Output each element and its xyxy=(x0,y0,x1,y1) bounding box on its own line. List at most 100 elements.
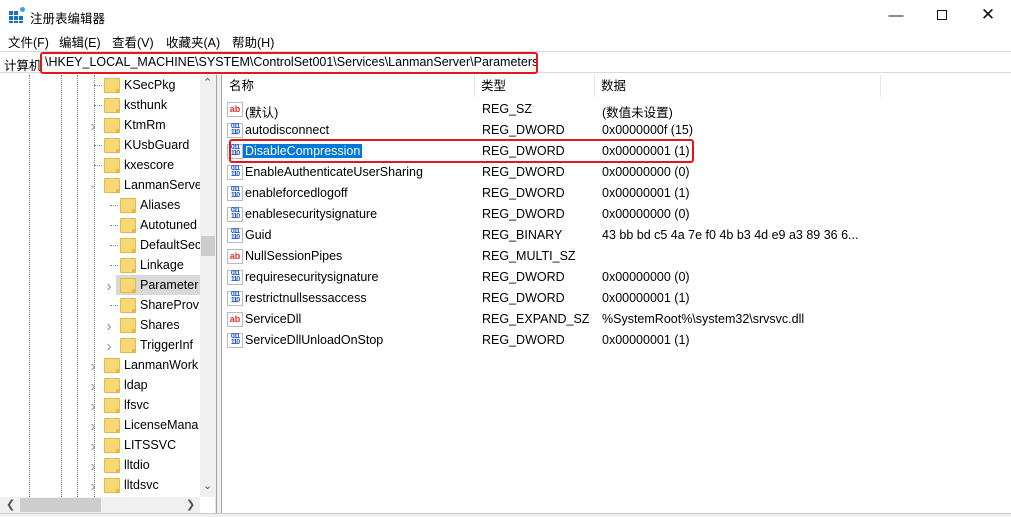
menu-favorites[interactable]: 收藏夹(A) xyxy=(166,32,220,51)
value-data: 43 bb bd c5 4a 7e f0 4b b3 4d e9 a3 89 3… xyxy=(602,228,859,242)
value-row[interactable]: ab ServiceDll REG_EXPAND_SZ %SystemRoot%\sy… xyxy=(223,309,1011,330)
folder-icon xyxy=(104,437,120,453)
chevron-right-icon[interactable]: › xyxy=(88,398,98,416)
value-row[interactable]: 011 110 EnableAuthenticateUserSharing REG_D… xyxy=(223,162,1011,183)
tree-item[interactable]: KtmRm xyxy=(100,115,196,135)
tree-item-label: ksthunk xyxy=(124,98,168,112)
tree-item[interactable]: ksthunk xyxy=(100,95,197,115)
tree-item[interactable]: Aliases xyxy=(116,195,210,215)
value-name: enablesecuritysignature xyxy=(245,207,378,221)
binary-value-icon: 011 110 xyxy=(227,291,243,306)
tree-item[interactable]: LicenseMana xyxy=(100,415,215,435)
title-bar: 注册表编辑器 — ✕ xyxy=(0,0,1011,30)
folder-icon xyxy=(104,357,120,373)
chevron-right-icon[interactable]: › xyxy=(104,278,114,296)
folder-icon xyxy=(104,457,120,473)
value-name: autodisconnect xyxy=(245,123,330,137)
value-row[interactable]: 011 110 Guid REG_BINARY 43 bb bd c5 4a 7e f0… xyxy=(223,225,1011,246)
minimize-button[interactable]: — xyxy=(873,0,919,30)
tree-item[interactable]: ldap xyxy=(100,375,178,395)
tree-item[interactable]: Shares xyxy=(116,315,210,335)
column-header-name[interactable]: 名称 xyxy=(223,75,475,97)
value-row[interactable]: 011 110 enablesecuritysignature REG_DWORD 0x… xyxy=(223,204,1011,225)
column-header-type[interactable]: 类型 xyxy=(475,75,595,97)
scroll-left-icon[interactable]: ❮ xyxy=(6,498,15,511)
tree-item[interactable]: kxescore xyxy=(100,155,204,175)
value-row[interactable]: 011 110 enableforcedlogoff REG_DWORD 0x00000… xyxy=(223,183,1011,204)
value-data: 0x00000000 (0) xyxy=(602,207,690,221)
chevron-right-icon[interactable]: › xyxy=(88,458,98,476)
tree-item[interactable]: KSecPkg xyxy=(100,75,205,95)
chevron-right-icon[interactable]: › xyxy=(104,338,114,356)
folder-icon xyxy=(120,297,136,313)
menu-edit[interactable]: 编辑(E) xyxy=(59,32,101,51)
tree-guide-line xyxy=(61,75,62,497)
folder-icon xyxy=(120,277,136,293)
tree-horizontal-scroll-thumb[interactable] xyxy=(20,498,101,512)
folder-icon xyxy=(104,157,120,173)
column-header-data[interactable]: 数据 xyxy=(595,75,881,97)
tree-item-label: LITSSVC xyxy=(124,438,177,452)
value-row[interactable]: 011 110 autodisconnect REG_DWORD 0x0000000f … xyxy=(223,120,1011,141)
tree-vertical-scrollbar[interactable]: ⌃ ⌄ xyxy=(200,75,216,497)
binary-value-icon: 011 110 xyxy=(227,207,243,222)
tree-guide-line xyxy=(29,75,30,497)
value-row[interactable]: 011 110 requiresecuritysignature REG_DWORD 0… xyxy=(223,267,1011,288)
scroll-down-icon[interactable]: ⌄ xyxy=(203,479,212,492)
tree-item-label: KSecPkg xyxy=(124,78,176,92)
tree-item-label: Shares xyxy=(140,318,180,332)
folder-icon xyxy=(120,317,136,333)
value-row[interactable]: 011 110 restrictnullsessaccess REG_DWORD 0x0… xyxy=(223,288,1011,309)
tree-item-label: KtmRm xyxy=(124,118,166,132)
tree-item-label: DefaultSec xyxy=(140,238,202,252)
value-data: 0x00000001 (1) xyxy=(602,333,690,347)
value-type: REG_EXPAND_SZ xyxy=(482,312,590,326)
tree-item[interactable]: LanmanServe xyxy=(100,175,215,195)
tree-item[interactable]: lfsvc xyxy=(100,395,179,415)
value-row[interactable]: ab (默认) REG_SZ (数值未设置) xyxy=(223,99,1011,120)
window-bottom-edge xyxy=(0,513,1011,517)
maximize-button[interactable] xyxy=(919,0,965,30)
folder-icon xyxy=(104,377,120,393)
chevron-right-icon[interactable]: › xyxy=(88,438,98,456)
scroll-up-icon[interactable]: ⌃ xyxy=(203,76,212,89)
tree-item[interactable]: LITSSVC xyxy=(100,435,206,455)
value-row[interactable]: ab NullSessionPipes REG_MULTI_SZ xyxy=(223,246,1011,267)
value-name: enableforcedlogoff xyxy=(245,186,348,200)
folder-icon xyxy=(120,337,136,353)
scroll-right-icon[interactable]: ❯ xyxy=(186,498,195,511)
tree-item[interactable]: LanmanWork xyxy=(100,355,215,375)
chevron-right-icon[interactable]: › xyxy=(104,318,114,336)
value-type: REG_DWORD xyxy=(482,207,565,221)
tree-vertical-scroll-thumb[interactable] xyxy=(201,236,215,256)
chevron-right-icon[interactable]: › xyxy=(88,418,98,436)
chevron-right-icon[interactable]: › xyxy=(88,378,98,396)
menu-file[interactable]: 文件(F) xyxy=(8,32,49,51)
chevron-right-icon[interactable]: › xyxy=(88,478,98,496)
menu-view[interactable]: 查看(V) xyxy=(112,32,154,51)
pane-splitter[interactable] xyxy=(216,75,222,513)
window-title: 注册表编辑器 xyxy=(30,12,106,26)
folder-icon xyxy=(104,117,120,133)
value-name: Guid xyxy=(245,228,272,242)
close-button[interactable]: ✕ xyxy=(965,0,1011,30)
value-type: REG_DWORD xyxy=(482,165,565,179)
chevron-down-icon[interactable]: ⌄ xyxy=(88,178,98,191)
tree-item-label: LicenseMana xyxy=(124,418,199,432)
value-row[interactable]: 011 110 ServiceDllUnloadOnStop REG_DWORD 0x0… xyxy=(223,330,1011,351)
folder-icon xyxy=(104,477,120,493)
value-type: REG_BINARY xyxy=(482,228,563,242)
binary-value-icon: 011 110 xyxy=(227,333,243,348)
tree-item[interactable]: lltdio xyxy=(100,455,180,475)
folder-icon xyxy=(120,197,136,213)
tree-item[interactable]: lltdsvc xyxy=(100,475,189,495)
selected-value-highlight-box xyxy=(229,139,694,163)
value-type: REG_DWORD xyxy=(482,186,565,200)
string-value-icon: ab xyxy=(227,102,243,117)
menu-bar: 文件(F) 编辑(E) 查看(V) 收藏夹(A) 帮助(H) xyxy=(0,30,1011,50)
address-bar[interactable]: 计算机 \HKEY_LOCAL_MACHINE\SYSTEM\ControlSe… xyxy=(0,51,1011,74)
chevron-right-icon[interactable]: › xyxy=(88,358,98,376)
tree-item[interactable]: KUsbGuard xyxy=(100,135,215,155)
chevron-right-icon[interactable]: › xyxy=(88,118,98,136)
menu-help[interactable]: 帮助(H) xyxy=(232,32,274,51)
